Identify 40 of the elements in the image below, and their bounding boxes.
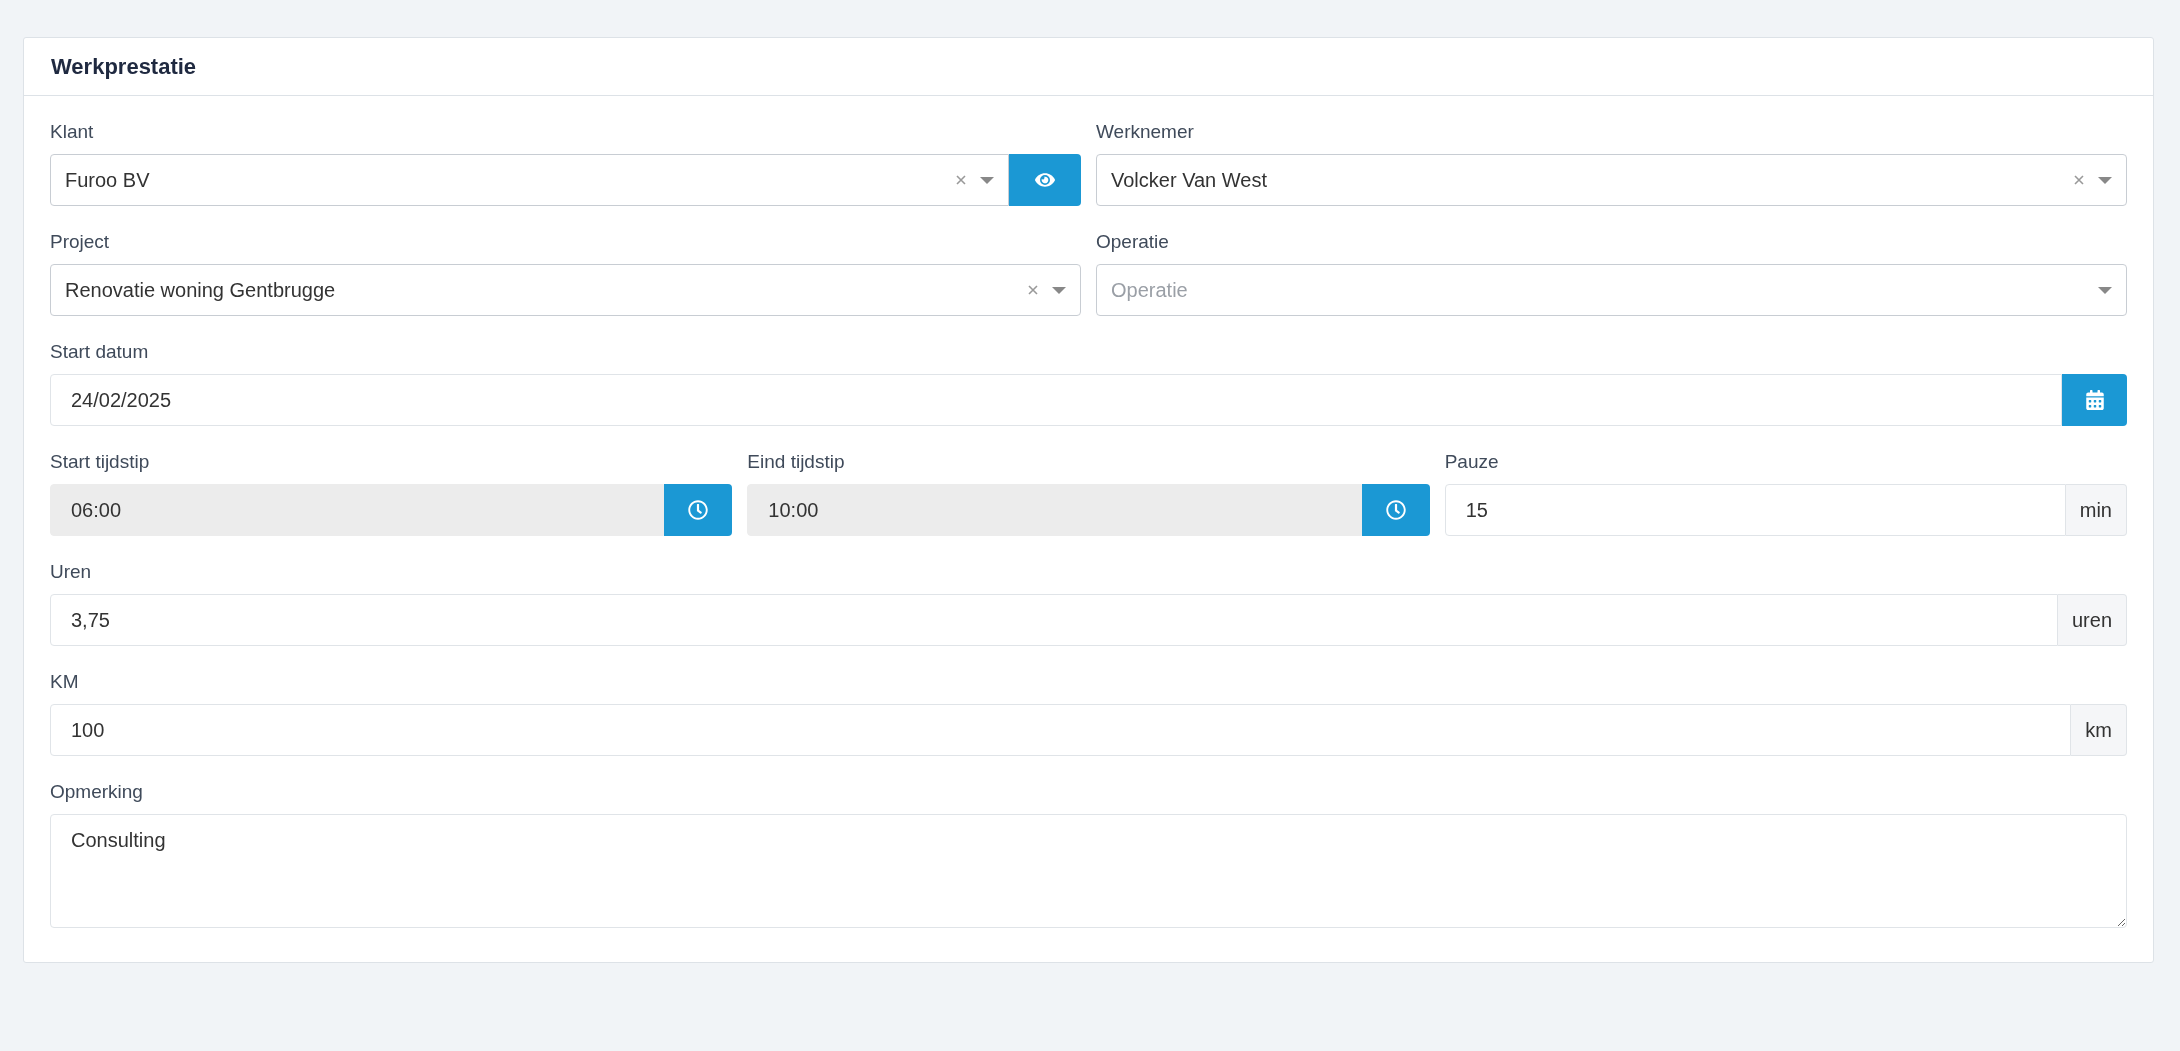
field-label: Start datum <box>50 340 150 364</box>
unit-addon: km <box>2071 704 2127 756</box>
clear-icon[interactable] <box>956 175 966 185</box>
card-title: Werkprestatie <box>51 53 197 80</box>
view-button[interactable] <box>1009 154 1081 206</box>
field-label: Opmerking <box>50 780 144 804</box>
field-label: Eind tijdstip <box>747 450 846 474</box>
eye-icon <box>1035 170 1055 190</box>
caret-icon <box>2098 286 2112 294</box>
clock-button[interactable] <box>1361 484 1430 536</box>
calendar-button[interactable] <box>2062 374 2127 426</box>
time-field[interactable]: 06:00 <box>50 484 665 536</box>
select-field[interactable]: Volcker Van West <box>1096 154 2127 206</box>
caret-icon <box>980 176 994 184</box>
remark-field[interactable]: Consulting <box>50 814 2127 928</box>
calendar-icon <box>2084 390 2105 410</box>
caret-icon <box>1052 286 1066 294</box>
select-field[interactable]: Renovatie woning Gentbrugge <box>50 264 1081 316</box>
field-label: Pauze <box>1444 450 1500 474</box>
clear-icon[interactable] <box>1028 285 1038 295</box>
input-field[interactable]: 15 <box>1444 484 2066 536</box>
caret-icon <box>2098 176 2112 184</box>
field-label: KM <box>50 670 80 694</box>
field-label: Start tijdstip <box>50 450 151 474</box>
clock-icon <box>688 500 709 520</box>
input-field[interactable]: 3,75 <box>50 594 2058 646</box>
unit-addon: min <box>2065 484 2127 536</box>
field-label: Klant <box>50 120 95 144</box>
field-label: Operatie <box>1096 230 1170 254</box>
date-field[interactable]: 24/02/2025 <box>50 374 2062 426</box>
clear-icon[interactable] <box>2074 175 2084 185</box>
field-label: Werknemer <box>1096 120 1195 144</box>
clock-icon <box>1385 500 1406 520</box>
clock-button[interactable] <box>664 484 733 536</box>
select-field[interactable]: Furoo BV <box>50 154 1009 206</box>
field-label: Project <box>50 230 111 254</box>
field-label: Uren <box>50 560 93 584</box>
unit-addon: uren <box>2057 594 2127 646</box>
input-field[interactable]: 100 <box>50 704 2072 756</box>
time-field[interactable]: 10:00 <box>747 484 1362 536</box>
